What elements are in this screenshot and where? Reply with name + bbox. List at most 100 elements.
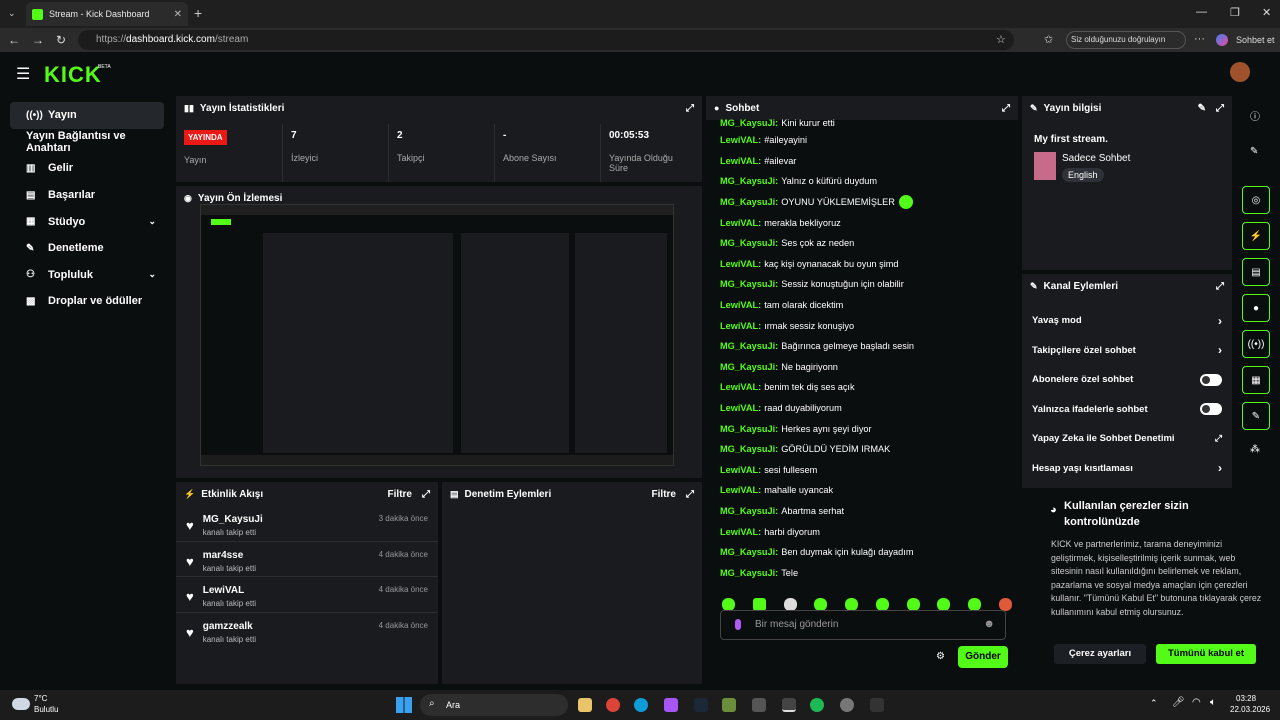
stream-preview-video[interactable] — [200, 204, 674, 466]
app-icon[interactable] — [870, 698, 884, 712]
chat-user[interactable]: LewiVAL: — [720, 300, 761, 310]
app-icon[interactable] — [840, 698, 854, 712]
kick-logo[interactable]: KICK — [44, 62, 102, 88]
expand-icon[interactable]: ⤢ — [1216, 281, 1224, 292]
chat-user[interactable]: MG_KaysuJi: — [720, 424, 778, 434]
sidebar-item-stream[interactable]: ((•)) Yayın — [10, 102, 164, 129]
edge-icon[interactable] — [634, 698, 648, 712]
wifi-icon[interactable]: ◠ — [1192, 697, 1201, 708]
favorites-icon[interactable]: ✩ — [1044, 33, 1053, 46]
subscribers-only-toggle[interactable] — [1200, 373, 1222, 386]
ai-moderation-row[interactable]: Yapay Zeka ile Sohbet Denetimi ⤢ — [1022, 424, 1232, 454]
tab-list-icon[interactable]: ⌄ — [8, 8, 16, 19]
expand-icon[interactable]: ⤢ — [422, 489, 430, 500]
chat-user[interactable]: MG_KaysuJi: — [720, 444, 778, 454]
rail-button-4[interactable]: ● — [1242, 294, 1270, 322]
chat-user[interactable]: MG_KaysuJi: — [720, 279, 778, 289]
spotify-icon[interactable] — [810, 698, 824, 712]
activity-user[interactable]: gamzzealk — [203, 621, 256, 632]
sidebar-item-moderation[interactable]: ✎ Denetleme — [10, 235, 164, 262]
new-tab-icon[interactable]: + — [194, 5, 202, 21]
url-field[interactable]: https://dashboard.kick.com/stream — [78, 30, 1014, 50]
chat-messages[interactable]: MG_KaysuJi: Kini kurur etti LewiVAL: #aile… — [706, 116, 1018, 592]
copilot-icon[interactable] — [1216, 34, 1228, 46]
app-icon[interactable] — [752, 698, 766, 712]
rail-button-1[interactable]: ◎ — [1242, 186, 1270, 214]
close-tab-icon[interactable]: ✕ — [174, 9, 182, 20]
chat-user[interactable]: LewiVAL: — [720, 382, 761, 392]
file-explorer-icon[interactable] — [578, 698, 592, 712]
sidebar-item-community[interactable]: ⚇ Topluluk ⌄ — [10, 262, 164, 289]
expand-icon[interactable]: ⤢ — [686, 103, 694, 114]
pencil-icon[interactable]: ✎ — [1250, 146, 1258, 157]
minecraft-icon[interactable] — [722, 698, 736, 712]
windows-start-icon[interactable] — [396, 697, 412, 713]
steam-icon[interactable] — [694, 698, 708, 712]
more-icon[interactable]: ··· — [1194, 33, 1205, 45]
weather-temp[interactable]: 7°C — [34, 694, 47, 703]
activity-user[interactable]: MG_KaysuJi — [203, 514, 263, 525]
chat-user[interactable]: LewiVAL: — [720, 218, 761, 228]
minimize-icon[interactable]: — — [1196, 6, 1207, 18]
chat-user[interactable]: MG_KaysuJi: — [720, 238, 778, 248]
category-name[interactable]: Sadece Sohbet — [1062, 153, 1130, 164]
info-icon[interactable]: ⓘ — [1250, 108, 1260, 123]
verify-identity-button[interactable]: Siz olduğunuzu doğrulayın — [1066, 31, 1186, 49]
chat-user[interactable]: MG_KaysuJi: — [720, 341, 778, 351]
chat-user[interactable]: LewiVAL: — [720, 465, 761, 475]
menu-icon[interactable]: ☰ — [16, 64, 30, 84]
filter-button[interactable]: Filtre — [388, 489, 412, 500]
weather-desc[interactable]: Bulutlu — [34, 705, 58, 714]
chat-user[interactable]: LewiVAL: — [720, 403, 761, 413]
followers-only-row[interactable]: Takipçilere özel sohbet › — [1022, 336, 1232, 366]
rail-button-3[interactable]: ▤ — [1242, 258, 1270, 286]
chat-input[interactable]: Bir mesaj gönderin ☻ — [720, 610, 1006, 640]
chat-user[interactable]: MG_KaysuJi: — [720, 506, 778, 516]
tray-chevron-icon[interactable]: ⌃ — [1150, 698, 1158, 709]
back-icon[interactable]: ← — [8, 33, 20, 47]
chrome-icon[interactable] — [606, 698, 620, 712]
chat-user[interactable]: LewiVAL: — [720, 259, 761, 269]
clock-date[interactable]: 22.03.2026 — [1230, 705, 1270, 714]
rail-button-2[interactable]: ⚡ — [1242, 222, 1270, 250]
chat-settings-icon[interactable]: ⚙ — [936, 651, 945, 662]
forward-icon[interactable]: → — [32, 33, 44, 47]
close-window-icon[interactable]: ✕ — [1262, 6, 1271, 19]
more-tools-icon[interactable]: ⁂ — [1250, 444, 1260, 455]
taskbar-search[interactable]: ⌕ Ara — [420, 694, 568, 716]
rail-button-6[interactable]: ▦ — [1242, 366, 1270, 394]
copilot-label[interactable]: Sohbet et — [1236, 35, 1275, 45]
mic-icon[interactable] — [735, 619, 741, 630]
copilot-app-icon[interactable] — [664, 698, 678, 712]
expand-icon[interactable]: ⤢ — [1002, 103, 1010, 114]
cookie-settings-button[interactable]: Çerez ayarları — [1054, 644, 1146, 664]
chat-user[interactable]: MG_KaysuJi: — [720, 197, 778, 207]
chat-user[interactable]: MG_KaysuJi: — [720, 568, 778, 578]
chat-user[interactable]: MG_KaysuJi: — [720, 176, 778, 186]
reload-icon[interactable]: ↻ — [56, 33, 66, 47]
rail-button-5[interactable]: ((•)) — [1242, 330, 1270, 358]
chat-user[interactable]: MG_KaysuJi: — [720, 547, 778, 557]
activity-user[interactable]: mar4sse — [203, 550, 256, 561]
account-age-row[interactable]: Hesap yaşı kısıtlaması › — [1022, 454, 1232, 484]
expand-icon[interactable]: ⤢ — [1216, 103, 1224, 114]
chat-user[interactable]: LewiVAL: — [720, 321, 761, 331]
clock-time[interactable]: 03:28 — [1236, 694, 1256, 703]
browser-tab[interactable]: Stream - Kick Dashboard ✕ — [26, 2, 188, 26]
edit-icon[interactable]: ✎ — [1198, 103, 1206, 114]
slow-mode-row[interactable]: Yavaş mod › — [1022, 306, 1232, 336]
chat-user[interactable]: LewiVAL: — [720, 485, 761, 495]
microphone-icon[interactable]: 🎤︎ — [1172, 697, 1185, 708]
sidebar-item-drops[interactable]: ▩ Droplar ve ödüller — [10, 288, 164, 315]
chat-user[interactable]: MG_KaysuJi: — [720, 118, 778, 128]
chat-user[interactable]: LewiVAL: — [720, 156, 761, 166]
star-icon[interactable]: ☆ — [996, 33, 1006, 46]
chat-user[interactable]: LewiVAL: — [720, 527, 761, 537]
obs-icon[interactable] — [782, 698, 796, 712]
filter-button[interactable]: Filtre — [652, 489, 676, 500]
rail-button-7[interactable]: ✎ — [1242, 402, 1270, 430]
chat-user[interactable]: MG_KaysuJi: — [720, 362, 778, 372]
emote-only-toggle[interactable] — [1200, 403, 1222, 416]
sidebar-item-revenue[interactable]: ▥ Gelir — [10, 155, 164, 182]
maximize-icon[interactable]: ❐ — [1230, 6, 1240, 19]
